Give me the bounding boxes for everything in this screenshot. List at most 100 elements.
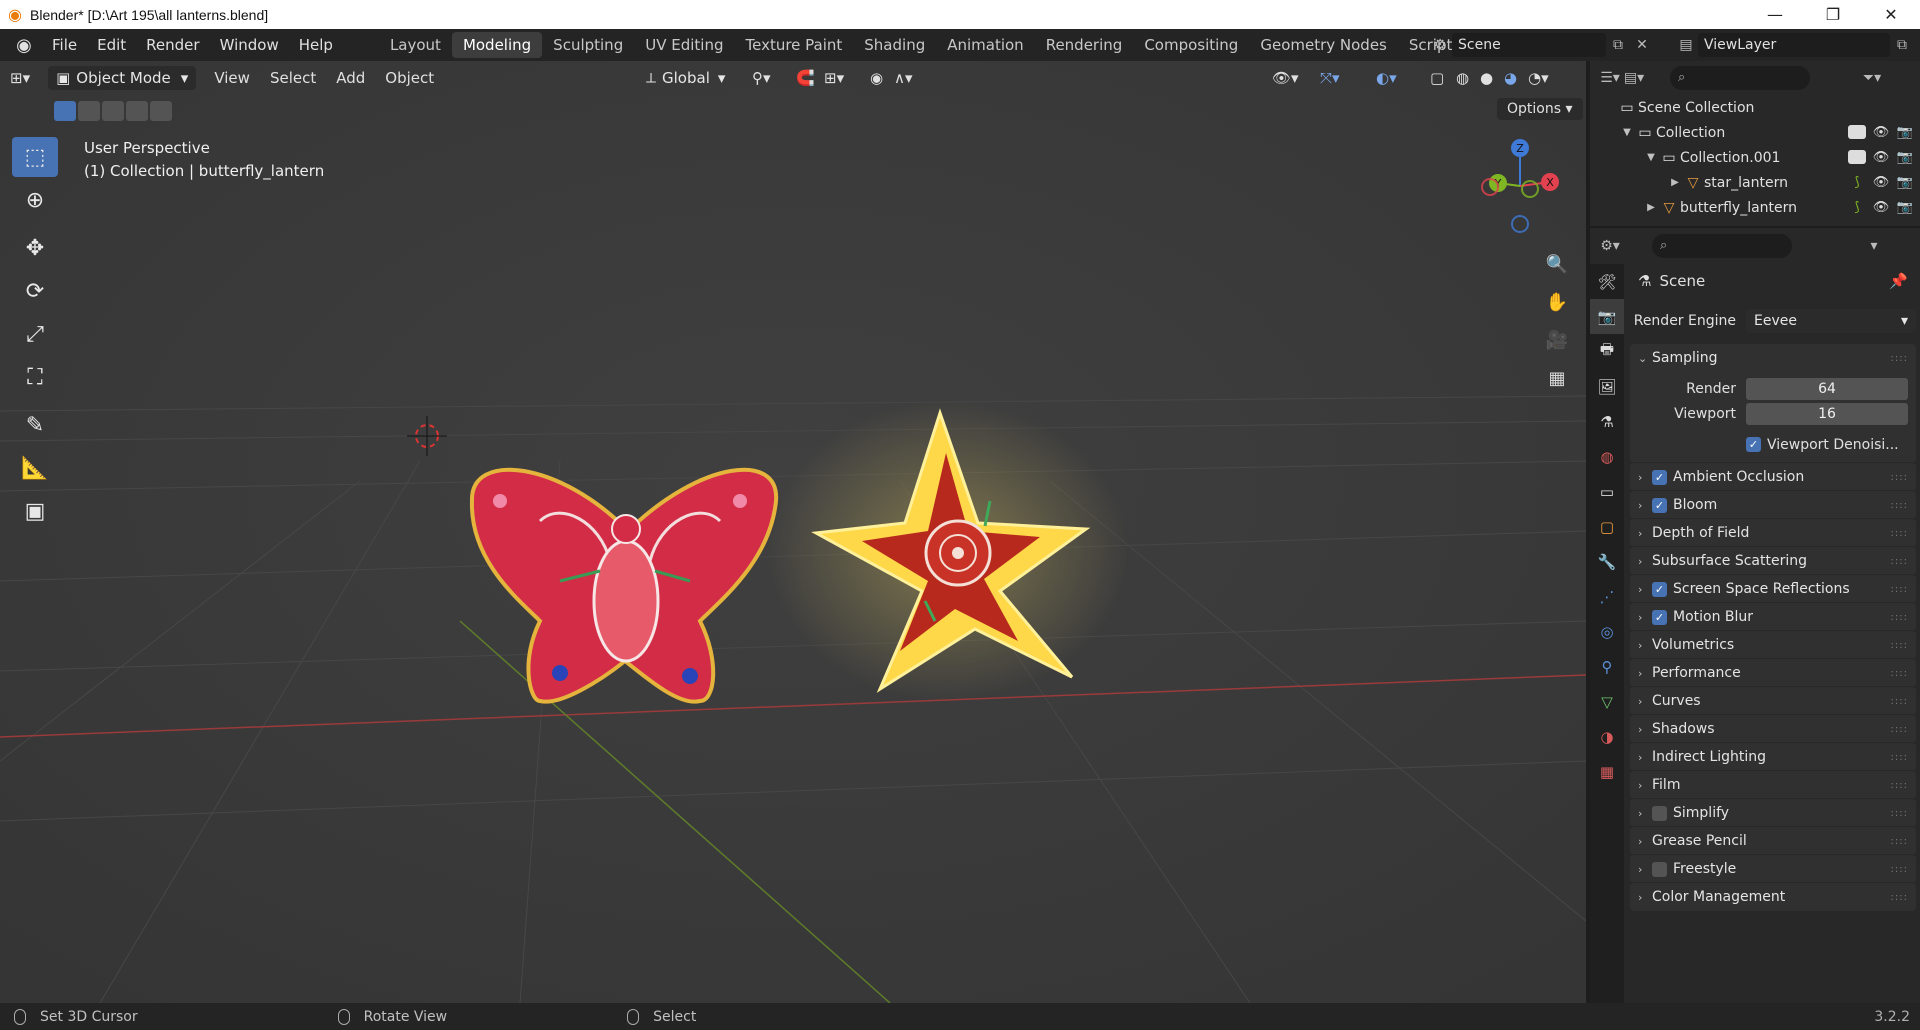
drag-handle-icon[interactable]: :::: [1891,472,1908,483]
constraints-tab-icon[interactable]: ⚲ [1590,649,1624,684]
3d-viewport[interactable]: ⊞▾ ▣ Object Mode ▾ View Select Add Objec… [0,61,1586,1003]
panel-enable-checkbox[interactable]: ✓ [1652,609,1667,625]
menu-window[interactable]: Window [210,29,289,61]
drag-handle-icon[interactable]: :::: [1891,584,1908,595]
cursor-tool-icon[interactable]: ⊕ [12,180,58,220]
minimize-button[interactable]: — [1746,0,1804,29]
menu-render[interactable]: Render [136,29,209,61]
menu-file[interactable]: File [42,29,87,61]
panel-enable-checkbox[interactable]: ✓ [1652,861,1667,877]
render-camera-icon[interactable]: 📷 [1896,150,1914,165]
panel-header-depth-of-field[interactable]: › Depth of Field:::: [1630,519,1916,547]
panel-header-motion-blur[interactable]: › ✓ Motion Blur:::: [1630,603,1916,631]
panel-header-film[interactable]: › Film:::: [1630,771,1916,799]
drag-handle-icon[interactable]: :::: [1891,724,1908,735]
viewport-samples-field[interactable]: 16 [1746,402,1908,425]
expand-triangle-icon[interactable]: ▼ [1620,127,1634,138]
panel-enable-checkbox[interactable]: ✓ [1652,581,1667,597]
star-lantern[interactable] [768,401,1128,701]
drag-handle-icon[interactable]: :::: [1891,640,1908,651]
drag-handle-icon[interactable]: :::: [1891,353,1908,364]
outliner-row-star-lantern[interactable]: ▶ ▽ star_lantern ⟆ 👁 📷 [1590,170,1920,195]
texture-tab-icon[interactable]: ▦ [1590,754,1624,789]
tab-modeling[interactable]: Modeling [451,32,543,58]
menu-select[interactable]: Select [260,69,326,87]
panel-header-indirect-lighting[interactable]: › Indirect Lighting:::: [1630,743,1916,771]
panel-header-subsurface-scattering[interactable]: › Subsurface Scattering:::: [1630,547,1916,575]
tab-shading[interactable]: Shading [853,32,936,58]
eye-icon[interactable]: 👁 [1872,125,1890,140]
render-camera-icon[interactable]: 📷 [1896,200,1914,215]
drag-handle-icon[interactable]: :::: [1891,836,1908,847]
tab-animation[interactable]: Animation [936,32,1034,58]
drag-handle-icon[interactable]: :::: [1891,892,1908,903]
editor-type-icon[interactable]: ⊞▾ [0,69,40,87]
display-mode-icon[interactable]: ▤▾ [1622,70,1646,86]
view-layer-tab-icon[interactable]: 🖼 [1590,369,1624,404]
close-button[interactable]: ✕ [1862,0,1920,29]
panel-enable-checkbox[interactable]: ✓ [1652,805,1667,821]
panel-header-screen-space-reflections[interactable]: › ✓ Screen Space Reflections:::: [1630,575,1916,603]
output-tab-icon[interactable]: 🖶 [1590,334,1624,369]
scene-tab-icon[interactable]: ⚗ [1590,404,1624,439]
drag-handle-icon[interactable]: :::: [1891,612,1908,623]
menu-edit[interactable]: Edit [87,29,136,61]
new-scene-icon[interactable]: ⧉ [1606,37,1630,53]
menu-object[interactable]: Object [375,69,444,87]
tab-geometry-nodes[interactable]: Geometry Nodes [1249,32,1398,58]
sampling-panel-header[interactable]: ⌄ Sampling :::: [1630,344,1916,372]
drag-handle-icon[interactable]: :::: [1891,528,1908,539]
navigation-gizmo[interactable]: Z X Y [1470,131,1570,261]
panel-enable-checkbox[interactable]: ✓ [1652,497,1667,513]
panel-header-shadows[interactable]: › Shadows:::: [1630,715,1916,743]
add-cube-tool-icon[interactable]: ▣ [12,491,58,531]
transform-tool-icon[interactable]: ⛶ [12,357,58,397]
tab-uv-editing[interactable]: UV Editing [634,32,734,58]
zoom-icon[interactable]: 🔍 [1540,245,1574,283]
annotate-tool-icon[interactable]: ✎ [12,405,58,445]
drag-handle-icon[interactable]: :::: [1891,752,1908,763]
render-camera-icon[interactable]: 📷 [1896,125,1914,140]
orientation-dropdown[interactable]: ⟂ Global ▾ [638,66,733,90]
falloff-icon[interactable]: ∧▾ [884,69,923,87]
outliner-row-collection[interactable]: ▼ ▭ Collection ✓ 👁 📷 [1590,120,1920,145]
drag-handle-icon[interactable]: :::: [1891,556,1908,567]
view-layer-name[interactable]: ViewLayer [1704,37,1776,53]
eye-icon[interactable]: 👁 [1872,150,1890,165]
mode-dropdown[interactable]: ▣ Object Mode ▾ [48,66,197,90]
options-button[interactable]: Options ▾ [1497,98,1583,120]
select-extend-icon[interactable] [78,101,100,121]
drag-handle-icon[interactable]: :::: [1891,864,1908,875]
select-invert-icon[interactable] [126,101,148,121]
material-tab-icon[interactable]: ◑ [1590,719,1624,754]
world-tab-icon[interactable]: ◍ [1590,439,1624,474]
camera-view-icon[interactable]: 🎥 [1540,321,1574,359]
tab-rendering[interactable]: Rendering [1035,32,1134,58]
panel-header-performance[interactable]: › Performance:::: [1630,659,1916,687]
panel-header-volumetrics[interactable]: › Volumetrics:::: [1630,631,1916,659]
collapse-triangle-icon[interactable]: ▶ [1644,202,1658,213]
drag-handle-icon[interactable]: :::: [1891,668,1908,679]
outliner-editor-icon[interactable]: ☰▾ [1598,70,1622,86]
scene-selector[interactable]: ⚙ Scene ⧉ ✕ [1428,33,1654,57]
object-tab-icon[interactable]: ▢ [1590,509,1624,544]
snap-target-icon[interactable]: ⊞▾ [814,69,854,87]
collapse-triangle-icon[interactable]: ▶ [1668,177,1682,188]
panel-enable-checkbox[interactable]: ✓ [1652,469,1667,485]
visibility-icon[interactable]: 👁▾ [1262,69,1309,87]
panel-header-color-management[interactable]: › Color Management:::: [1630,883,1916,911]
drag-handle-icon[interactable]: :::: [1891,500,1908,511]
data-tab-icon[interactable]: ▽ [1590,684,1624,719]
collection-tab-icon[interactable]: ▭ [1590,474,1624,509]
eye-icon[interactable]: 👁 [1872,175,1890,190]
new-view-layer-icon[interactable]: ⧉ [1890,37,1914,53]
move-tool-icon[interactable]: ✥ [12,228,58,268]
select-new-icon[interactable] [54,101,76,121]
physics-tab-icon[interactable]: ◎ [1590,614,1624,649]
outliner-row-scene-collection[interactable]: ▭ Scene Collection [1590,95,1920,120]
panel-header-curves[interactable]: › Curves:::: [1630,687,1916,715]
drag-handle-icon[interactable]: :::: [1891,696,1908,707]
tool-tab-icon[interactable]: 🛠 [1590,264,1624,299]
eye-icon[interactable]: 👁 [1872,200,1890,215]
particles-tab-icon[interactable]: ⋰ [1590,579,1624,614]
